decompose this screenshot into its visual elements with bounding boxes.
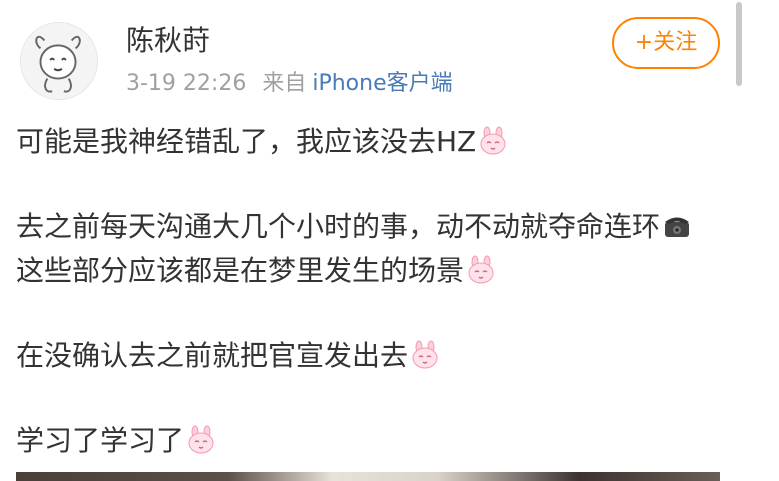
source-prefix: 来自 [262,71,307,96]
avatar-icon [21,23,97,99]
paragraph-text: 学习了学习了 [16,424,185,457]
source-app-link[interactable]: iPhone客户端 [312,71,452,96]
post-meta: 3-19 22:26 来自 iPhone客户端 [126,70,453,98]
paragraph-text: 去之前每天沟通大几个小时的事，动不动就夺命连环 [16,210,661,243]
bunny-emoji-icon [466,255,496,285]
follow-button[interactable]: +关注 [612,17,720,69]
paragraph: 在没确认去之前就把官宣发出去 [16,334,716,378]
bunny-emoji-icon [186,425,216,455]
bunny-emoji-icon [478,126,508,156]
paragraph: 学习了学习了 [16,419,716,463]
username[interactable]: 陈秋莳 [126,24,210,58]
paragraph: 去之前每天沟通大几个小时的事，动不动就夺命连环 这些部分应该都是在梦里发生的场景 [16,205,716,293]
paragraph-text: 可能是我神经错乱了，我应该没去HZ [16,125,477,158]
timestamp: 3-19 22:26 [126,71,247,96]
telephone-icon [662,211,692,241]
bunny-emoji-icon [410,340,440,370]
paragraph-text: 这些部分应该都是在梦里发生的场景 [16,254,465,287]
post-image-preview[interactable] [16,472,720,481]
post-header: 陈秋莳 3-19 22:26 来自 iPhone客户端 +关注 [0,0,779,110]
avatar[interactable] [20,22,98,100]
post-content: 可能是我神经错乱了，我应该没去HZ 去之前每天沟通大几个小时的事，动不动就夺命连… [16,120,716,463]
paragraph-text: 在没确认去之前就把官宣发出去 [16,339,409,372]
paragraph: 可能是我神经错乱了，我应该没去HZ [16,120,716,164]
scrollbar[interactable] [736,2,742,86]
